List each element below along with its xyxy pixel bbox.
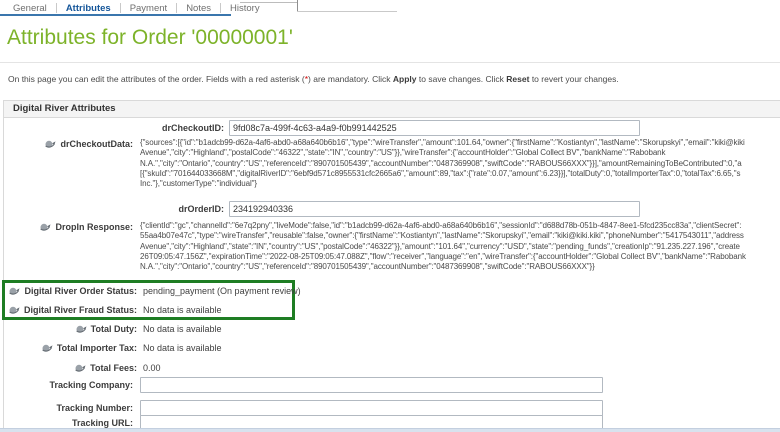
label-text: Tracking Number: — [56, 403, 133, 413]
json-line: {"clientId":"gc","channelId":"6e7q2pny",… — [140, 221, 780, 231]
apply-keyword: Apply — [393, 74, 417, 84]
total-fees-label: Total Fees: — [2, 363, 137, 373]
globe-arrow-icon — [8, 305, 20, 315]
label-text: DropIn Response: — [55, 222, 133, 232]
dr-order-status-value: pending_payment (On payment review) — [143, 286, 301, 296]
label-text: Total Fees: — [90, 363, 137, 373]
globe-arrow-icon — [8, 286, 20, 296]
label-text: Total Duty: — [91, 324, 137, 334]
cropped-box-edge — [297, 11, 397, 12]
json-line: {"sources":[{"id":"b1adcb99-d62a-4af6-ab… — [140, 138, 780, 148]
fieldset-left-border — [3, 118, 4, 428]
title-divider — [0, 62, 780, 63]
globe-arrow-icon — [41, 343, 53, 353]
globe-arrow-icon — [75, 324, 87, 334]
tracking-company-label: Tracking Company: — [8, 380, 133, 390]
label-text: drCheckoutData: — [60, 139, 133, 149]
json-line: [{"skuId":"701644033668M","digitalRiverI… — [140, 169, 780, 179]
cropped-box-edge — [297, 0, 298, 11]
dr-order-status-label: Digital River Order Status: — [2, 286, 137, 296]
globe-arrow-icon — [39, 222, 51, 232]
tab-general[interactable]: General — [4, 3, 56, 14]
intro-part: to revert your changes. — [529, 74, 618, 84]
tab-payment[interactable]: Payment — [121, 3, 177, 14]
dropin-response-value: {"clientId":"gc","channelId":"6e7q2pny",… — [140, 221, 780, 272]
intro-part: to save changes. Click — [417, 74, 507, 84]
drcheckoutdata-value: {"sources":[{"id":"b1adcb99-d62a-4af6-ab… — [140, 138, 780, 189]
total-duty-label: Total Duty: — [2, 324, 137, 334]
intro-part: On this page you can edit the attributes… — [8, 74, 305, 84]
tracking-number-input[interactable] — [140, 400, 603, 416]
label-text: Total Importer Tax: — [57, 343, 137, 353]
tab-underline — [0, 14, 231, 16]
tracking-url-label: Tracking URL: — [8, 418, 133, 428]
total-duty-value: No data is available — [143, 324, 222, 334]
tracking-company-input[interactable] — [140, 377, 603, 393]
intro-text: On this page you can edit the attributes… — [8, 74, 619, 84]
json-line: 26T09:05:47.156Z","expirationTime":"2022… — [140, 252, 780, 262]
label-text: Digital River Order Status: — [24, 286, 137, 296]
tab-bar: General Attributes Payment Notes History — [4, 2, 269, 14]
json-line: Inc."},"customerType":"individual"} — [140, 179, 780, 189]
cropped-box-edge — [240, 2, 297, 3]
section-header: Digital River Attributes — [3, 100, 780, 118]
drorderid-label: drOrderID: — [8, 204, 224, 214]
label-text: drOrderID: — [178, 204, 224, 214]
page-title: Attributes for Order '00000001' — [7, 26, 293, 50]
json-line: Avenue","city":"Highland","state":"IN","… — [140, 242, 780, 252]
drorderid-input[interactable] — [229, 201, 640, 217]
reset-keyword: Reset — [506, 74, 529, 84]
intro-part: ) are mandatory. Click — [308, 74, 393, 84]
label-text: Tracking Company: — [49, 380, 133, 390]
total-fees-value: 0.00 — [143, 363, 161, 373]
order-attributes-page: General Attributes Payment Notes History… — [0, 0, 780, 432]
tab-attributes[interactable]: Attributes — [57, 3, 120, 14]
label-text: Tracking URL: — [72, 418, 133, 428]
drcheckoutid-label: drCheckoutID: — [8, 123, 224, 133]
dr-fraud-status-value: No data is available — [143, 305, 222, 315]
dropin-response-label: DropIn Response: — [8, 222, 133, 232]
tab-notes[interactable]: Notes — [177, 3, 220, 14]
json-line: N.A.","city":"Ontario","country":"US","r… — [140, 159, 780, 169]
globe-arrow-icon — [44, 139, 56, 149]
drcheckoutdata-label: drCheckoutData: — [8, 139, 133, 149]
label-text: Digital River Fraud Status: — [24, 305, 137, 315]
tab-history[interactable]: History — [221, 3, 269, 14]
drcheckoutid-input[interactable] — [229, 120, 640, 136]
tracking-number-label: Tracking Number: — [8, 403, 133, 413]
globe-arrow-icon — [74, 363, 86, 373]
total-importer-tax-value: No data is available — [143, 343, 222, 353]
bottom-window-edge — [0, 428, 780, 432]
label-text: drCheckoutID: — [162, 123, 224, 133]
json-line: 55aa4b07e47c","type":"wireTransfer","reu… — [140, 231, 780, 241]
dr-fraud-status-label: Digital River Fraud Status: — [2, 305, 137, 315]
json-line: Avenue","city":"Highland","postalCode":"… — [140, 148, 780, 158]
total-importer-tax-label: Total Importer Tax: — [2, 343, 137, 353]
json-line: N.A.","city":"Ontario","country":"US","r… — [140, 262, 780, 272]
